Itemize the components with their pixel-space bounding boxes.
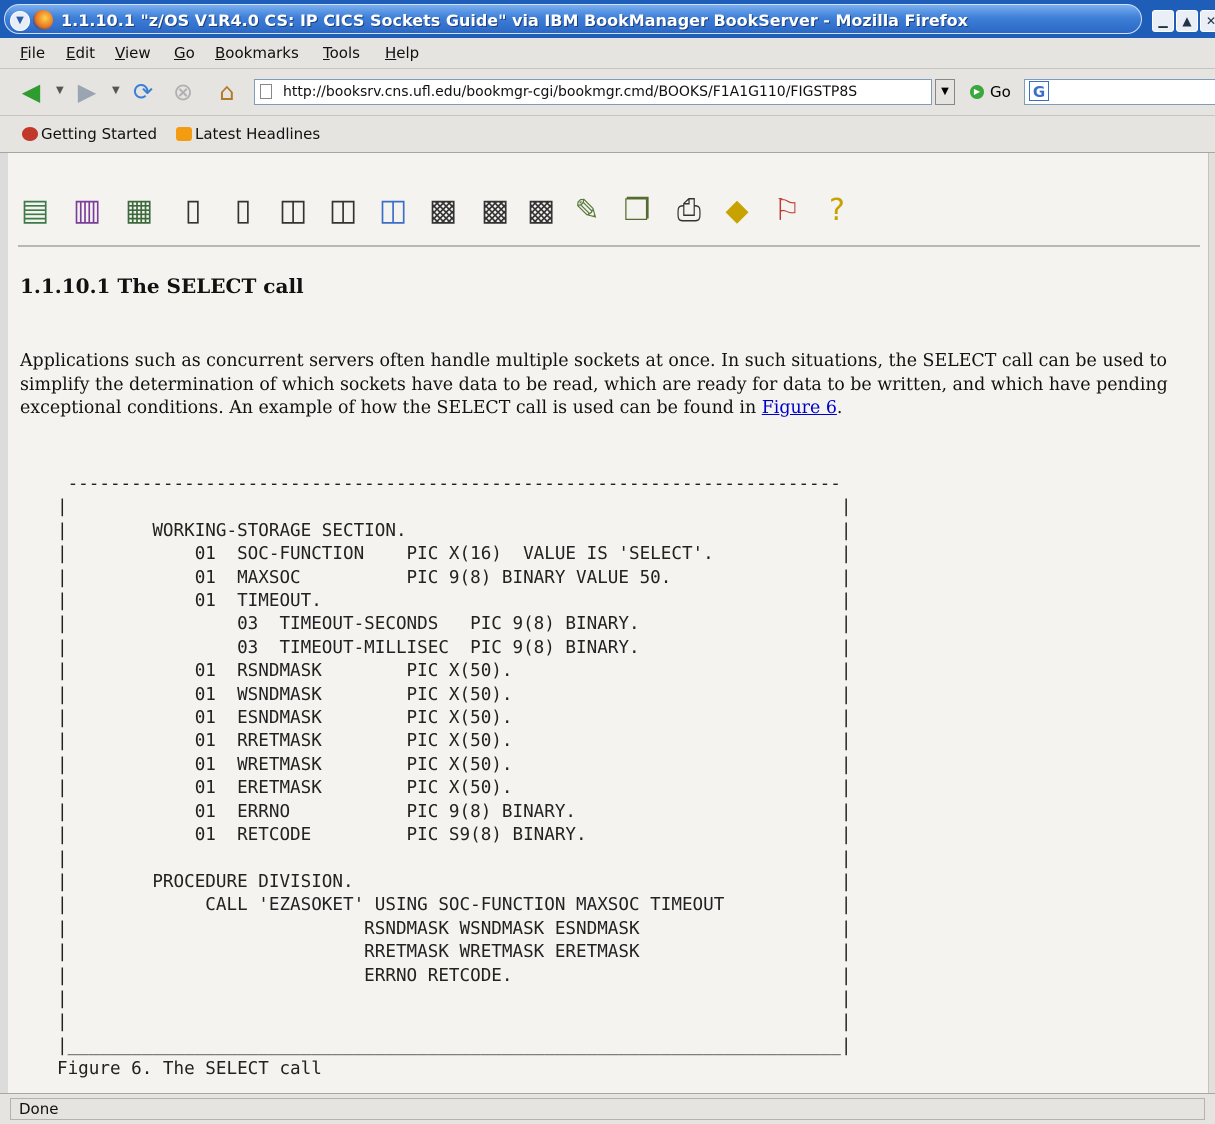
page-icon: [260, 84, 272, 99]
menu-help-mnemonic: H: [385, 44, 397, 62]
body-paragraph-end: .: [836, 398, 843, 418]
menu-tools-mnemonic: T: [323, 44, 330, 62]
bookshelf-icon[interactable]: ▥: [70, 193, 104, 229]
menu-file-mnemonic: F: [20, 44, 28, 62]
maximize-icon[interactable]: ▲: [1176, 10, 1198, 32]
menu-tools-label: ools: [329, 44, 360, 62]
url-field[interactable]: http://booksrv.cns.ufl.edu/bookmgr-cgi/b…: [254, 79, 932, 105]
copy-icon[interactable]: ❐: [620, 193, 654, 229]
forward-arrow-icon[interactable]: ▶: [74, 79, 100, 105]
library-icon[interactable]: ▤: [18, 193, 52, 229]
window-title: 1.1.10.1 "z/OS V1R4.0 CS: IP CICS Socket…: [61, 11, 968, 30]
rss-feed-icon: [176, 127, 192, 141]
open-book-icon[interactable]: ▯: [176, 193, 210, 229]
menu-edit-label: dit: [75, 44, 96, 62]
go-button[interactable]: Go: [990, 83, 1011, 101]
window-titlebar: ▼ 1.1.10.1 "z/OS V1R4.0 CS: IP CICS Sock…: [0, 0, 1215, 38]
status-text: Done: [10, 1098, 1205, 1120]
navigation-toolbar: ◀ ▼ ▶ ▼ ⟳ ⊗ ⌂ http://booksrv.cns.ufl.edu…: [0, 69, 1215, 116]
minimize-icon[interactable]: ▁: [1152, 10, 1174, 32]
menu-file-label: ile: [27, 44, 46, 62]
menu-bookmarks-label: ookmarks: [225, 44, 299, 62]
menu-go-mnemonic: G: [174, 44, 186, 62]
bookmark-latest-headlines[interactable]: Latest Headlines: [176, 125, 320, 143]
go-icon[interactable]: ▶: [970, 85, 984, 99]
bookmarks-toolbar: Getting Started Latest Headlines: [0, 116, 1215, 153]
figure-caption: Figure 6. The SELECT call: [57, 1059, 322, 1080]
search-input[interactable]: G: [1024, 79, 1215, 105]
menu-bookmarks-mnemonic: B: [215, 44, 226, 62]
notes-icon[interactable]: ✎: [570, 193, 604, 229]
body-paragraph-text: Applications such as concurrent servers …: [20, 351, 1168, 418]
forward-history-dropdown-icon[interactable]: ▼: [112, 85, 120, 96]
menu-go[interactable]: Go: [174, 44, 195, 62]
home-icon[interactable]: ⌂: [214, 79, 240, 105]
body-paragraph: Applications such as concurrent servers …: [20, 350, 1200, 421]
menu-go-label: o: [185, 44, 195, 62]
figure-6-link[interactable]: Figure 6: [762, 398, 837, 418]
contents-icon[interactable]: ▯: [226, 193, 260, 229]
back-history-dropdown-icon[interactable]: ▼: [56, 85, 64, 96]
help-icon[interactable]: ?: [820, 193, 854, 229]
close-icon[interactable]: ✕: [1200, 10, 1215, 32]
index-icon[interactable]: ◫: [326, 193, 360, 229]
stop-icon[interactable]: ⊗: [170, 79, 196, 105]
reload-icon[interactable]: ⟳: [130, 79, 156, 105]
page-title: 1.1.10.1 The SELECT call: [20, 274, 304, 298]
search-book-icon[interactable]: ▩: [426, 193, 460, 229]
search-results-icon[interactable]: ▩: [478, 193, 512, 229]
status-bar: Done: [0, 1093, 1215, 1124]
menu-help[interactable]: Help: [385, 44, 419, 62]
download-icon[interactable]: ◆: [720, 193, 754, 229]
firefox-logo-icon: [33, 10, 53, 30]
menu-view[interactable]: View: [115, 44, 151, 62]
window-menu-icon[interactable]: ▼: [10, 11, 30, 31]
menu-edit[interactable]: Edit: [66, 44, 95, 62]
figure-code-block: ----------------------------------------…: [57, 474, 852, 1080]
bookmark-getting-started[interactable]: Getting Started: [22, 125, 157, 143]
content-scroll-edge[interactable]: [1208, 153, 1215, 1093]
menu-file[interactable]: File: [20, 44, 45, 62]
menu-view-label: iew: [124, 44, 151, 62]
menu-help-label: elp: [396, 44, 420, 62]
print-icon[interactable]: ⎙: [672, 193, 706, 229]
bookmark-latest-headlines-label: Latest Headlines: [195, 125, 321, 143]
bookmark-getting-started-label: Getting Started: [41, 125, 157, 143]
url-text[interactable]: http://booksrv.cns.ufl.edu/bookmgr-cgi/b…: [283, 84, 857, 100]
menu-bookmarks[interactable]: Bookmarks: [215, 44, 299, 62]
back-arrow-icon[interactable]: ◀: [18, 79, 44, 105]
page-content: ▤ ▥ ▦ ▯ ▯ ◫ ◫ ◫ ▩ ▩ ▩ ✎ ❐ ⎙ ◆ ⚐ ? 1.1.10…: [8, 153, 1215, 1093]
google-search-icon[interactable]: G: [1029, 81, 1049, 101]
url-dropdown-icon[interactable]: ▼: [935, 79, 955, 105]
title-pill: ▼ 1.1.10.1 "z/OS V1R4.0 CS: IP CICS Sock…: [4, 4, 1142, 34]
menubar: File Edit View Go Bookmarks Tools Help: [0, 38, 1215, 69]
pdf-icon[interactable]: ⚐: [770, 193, 804, 229]
divider: [18, 245, 1200, 247]
previous-topic-icon[interactable]: ◫: [276, 193, 310, 229]
getting-started-icon: [22, 127, 38, 141]
next-topic-icon[interactable]: ◫: [376, 193, 410, 229]
search-prev-icon[interactable]: ▩: [524, 193, 558, 229]
menu-tools[interactable]: Tools: [323, 44, 360, 62]
menu-view-mnemonic: V: [115, 44, 125, 62]
book-icon[interactable]: ▦: [122, 193, 156, 229]
